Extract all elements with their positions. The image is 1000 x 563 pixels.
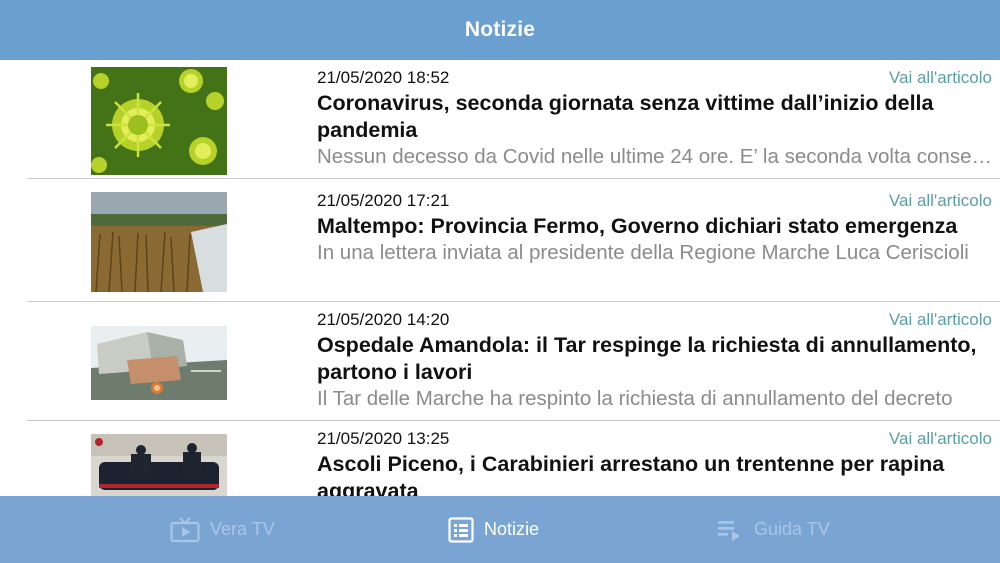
- article-date: 21/05/2020 14:20: [317, 310, 450, 329]
- tab-bar: Vera TV Notizie Guida TV: [0, 496, 1000, 563]
- article-summary: Il Tar delle Marche ha respinto la richi…: [317, 387, 953, 410]
- news-feed[interactable]: 21/05/2020 18:52 Vai all'articolo Corona…: [0, 60, 1000, 496]
- tab-label: Notizie: [484, 519, 540, 539]
- article-date: 21/05/2020 13:25: [317, 429, 450, 448]
- article-date: 21/05/2020 17:21: [317, 191, 450, 210]
- article-thumbnail: [91, 67, 227, 175]
- article-title: Ospedale Amandola: il Tar respinge la ri…: [317, 333, 977, 384]
- tab-guida-tv[interactable]: Guida TV: [716, 496, 830, 563]
- news-item[interactable]: 21/05/2020 14:20 Vai all'articolo Ospeda…: [0, 302, 1000, 421]
- navigation-bar: Notizie: [0, 0, 1000, 60]
- news-item[interactable]: 21/05/2020 13:25 Vai all'articolo Ascoli…: [0, 421, 1000, 496]
- read-article-link[interactable]: Vai all'articolo: [889, 429, 992, 449]
- article-thumbnail: [91, 326, 227, 400]
- tab-vera-tv[interactable]: Vera TV: [170, 496, 275, 563]
- tab-label: Vera TV: [210, 519, 275, 539]
- article-summary: Nessun decesso da Covid nelle ultime 24 …: [317, 145, 993, 168]
- article-title: Coronavirus, seconda giornata senza vitt…: [317, 91, 934, 142]
- row-divider: [27, 178, 1000, 179]
- article-thumbnail: [91, 434, 227, 496]
- page-title: Notizie: [464, 18, 536, 41]
- article-date: 21/05/2020 18:52: [317, 68, 450, 87]
- read-article-link[interactable]: Vai all'articolo: [889, 310, 992, 330]
- news-list-icon: [448, 516, 474, 543]
- tab-notizie[interactable]: Notizie: [448, 496, 539, 563]
- playlist-icon: [718, 520, 740, 541]
- read-article-link[interactable]: Vai all'articolo: [889, 191, 992, 211]
- news-item[interactable]: 21/05/2020 17:21 Vai all'articolo Maltem…: [0, 183, 1000, 302]
- article-title: Ascoli Piceno, i Carabinieri arrestano u…: [317, 452, 945, 496]
- article-thumbnail: [91, 192, 227, 292]
- read-article-link[interactable]: Vai all'articolo: [889, 68, 992, 88]
- news-item[interactable]: 21/05/2020 18:52 Vai all'articolo Corona…: [0, 60, 1000, 179]
- tv-icon: [170, 516, 200, 542]
- article-title: Maltempo: Provincia Fermo, Governo dichi…: [317, 214, 958, 238]
- article-summary: In una lettera inviata al presidente del…: [317, 241, 969, 264]
- tab-label: Guida TV: [754, 519, 830, 539]
